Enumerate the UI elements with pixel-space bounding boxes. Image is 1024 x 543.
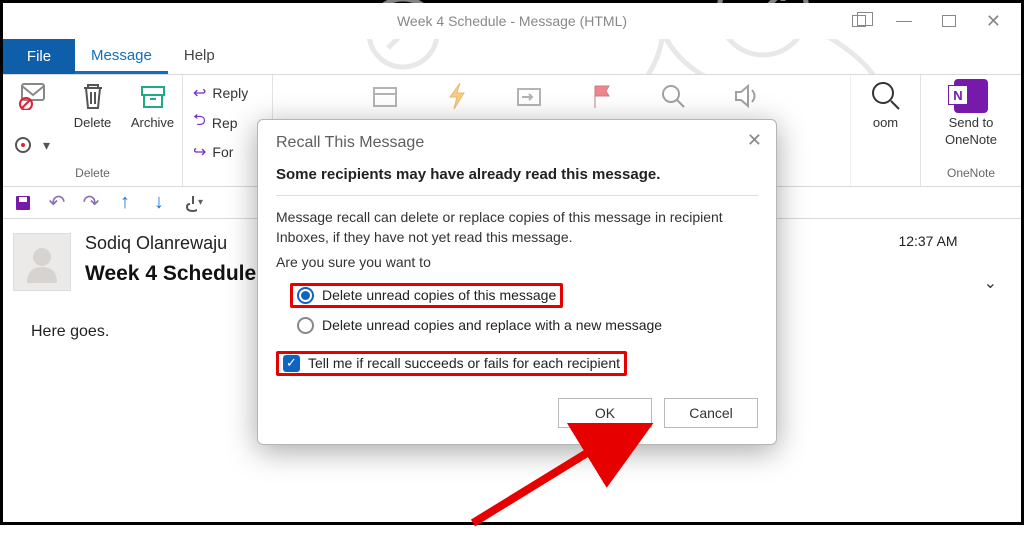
zoom-button[interactable]: oom [863, 79, 909, 130]
message-subject: Week 4 Schedule [85, 262, 256, 286]
tags-button[interactable] [578, 79, 624, 113]
archive-icon [136, 79, 170, 113]
dialog-title: Recall This Message [276, 134, 758, 152]
dialog-prompt: Are you sure you want to [276, 253, 758, 273]
delete-label: Delete [74, 115, 112, 130]
dialog-divider [276, 195, 758, 196]
reply-all-button[interactable]: ⮌Rep [193, 109, 248, 136]
cancel-button[interactable]: Cancel [664, 398, 758, 428]
move-folder-icon [512, 79, 546, 113]
recall-message-dialog: ✕ Recall This Message Some recipients ma… [257, 119, 777, 445]
dialog-heading: Some recipients may have already read th… [276, 166, 758, 183]
radio-icon [297, 287, 314, 304]
zoom-label: oom [873, 115, 898, 130]
flag-icon [584, 79, 618, 113]
onenote-group-label: OneNote [947, 166, 995, 184]
delete-group-label: Delete [75, 166, 110, 184]
reply-button[interactable]: ↩Reply [193, 83, 248, 103]
sender-name: Sodiq Olanrewaju [85, 233, 256, 254]
option-tell-me-result[interactable]: ✓ Tell me if recall succeeds or fails fo… [276, 351, 627, 376]
zoom-icon [869, 79, 903, 113]
minimize-icon[interactable] [896, 21, 912, 22]
find-button[interactable] [650, 79, 696, 113]
onenote-icon [954, 79, 988, 113]
ok-button[interactable]: OK [558, 398, 652, 428]
avatar [13, 233, 71, 291]
option-delete-replace[interactable]: Delete unread copies and replace with a … [293, 316, 758, 335]
send-to-onenote-button[interactable]: Send to OneNote [945, 79, 997, 147]
message-time: 12:37 AM [898, 233, 957, 249]
forward-button[interactable]: ↩For [193, 142, 248, 162]
expand-header-icon[interactable]: ⌄ [984, 273, 997, 293]
ignore-button[interactable] [10, 79, 56, 113]
redo-icon[interactable]: ↷ [81, 193, 101, 213]
ignore-icon [16, 79, 50, 113]
file-tab[interactable]: File [3, 39, 75, 74]
quick-steps-button[interactable] [362, 79, 408, 113]
undo-icon[interactable]: ↶ [47, 193, 67, 213]
next-arrow-icon[interactable]: ↓ [149, 193, 169, 213]
window-title: Week 4 Schedule - Message (HTML) [397, 13, 627, 29]
quick-action-button[interactable] [434, 79, 480, 113]
save-icon[interactable] [13, 193, 33, 213]
search-icon [656, 79, 690, 113]
speaker-icon [728, 79, 762, 113]
lightning-icon [440, 79, 474, 113]
touch-mode-icon[interactable]: ▾ [183, 193, 203, 213]
checkbox-icon: ✓ [283, 355, 300, 372]
ribbon-tabs: File Message Help [3, 39, 1021, 75]
prev-arrow-icon[interactable]: ↑ [115, 193, 135, 213]
close-icon[interactable]: ✕ [986, 11, 1001, 32]
junk-icon[interactable] [15, 136, 37, 154]
restore-up-icon[interactable] [852, 15, 866, 27]
trash-icon [76, 79, 110, 113]
dialog-close-icon[interactable]: ✕ [747, 130, 762, 151]
calendar-icon [368, 79, 402, 113]
archive-button[interactable]: Archive [130, 79, 176, 130]
dialog-explanation: Message recall can delete or replace cop… [276, 208, 758, 247]
radio-icon [297, 317, 314, 334]
maximize-icon[interactable] [942, 15, 956, 27]
message-tab[interactable]: Message [75, 39, 168, 74]
move-button[interactable] [506, 79, 552, 113]
delete-button[interactable]: Delete [70, 79, 116, 130]
read-aloud-button[interactable] [722, 79, 768, 113]
help-tab[interactable]: Help [168, 39, 231, 74]
titlebar: Week 4 Schedule - Message (HTML) ✕ [3, 3, 1021, 39]
archive-label: Archive [131, 115, 174, 130]
option-delete-unread[interactable]: Delete unread copies of this message [290, 283, 563, 308]
